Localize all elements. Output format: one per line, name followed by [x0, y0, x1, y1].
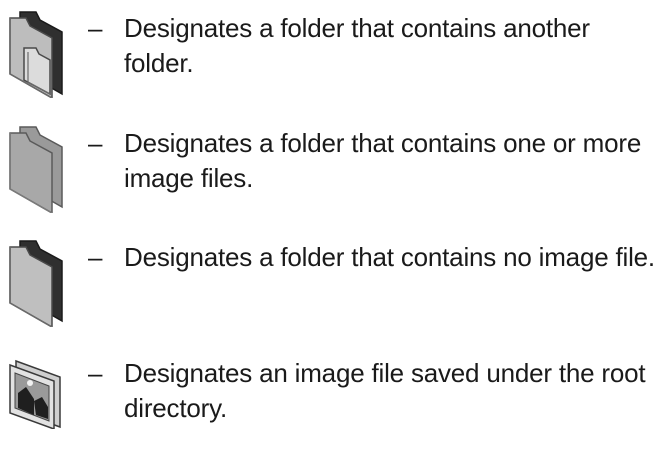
legend-description: Designates an image file saved under the… — [124, 358, 646, 423]
legend-item-nested-folder: – Designates a folder that contains anot… — [0, 8, 659, 108]
folder-with-images-icon — [6, 123, 68, 213]
legend-description: Designates a folder that contains one or… — [124, 128, 642, 193]
legend-description: Designates a folder that contains no ima… — [124, 242, 655, 272]
legend-item-image-folder: – Designates a folder that contains one … — [0, 123, 659, 223]
legend-dash: – — [88, 242, 103, 272]
image-file-icon — [6, 359, 68, 449]
legend-item-image-file: – Designates an image file saved under t… — [0, 353, 659, 431]
folder-with-subfolder-icon — [6, 8, 68, 98]
legend-description: Designates a folder that contains anothe… — [124, 13, 590, 78]
legend-dash: – — [88, 13, 103, 43]
legend-dash: – — [88, 128, 103, 158]
legend-dash: – — [88, 358, 103, 388]
legend-item-empty-folder: – Designates a folder that contains no i… — [0, 237, 659, 337]
empty-folder-icon — [6, 237, 68, 327]
